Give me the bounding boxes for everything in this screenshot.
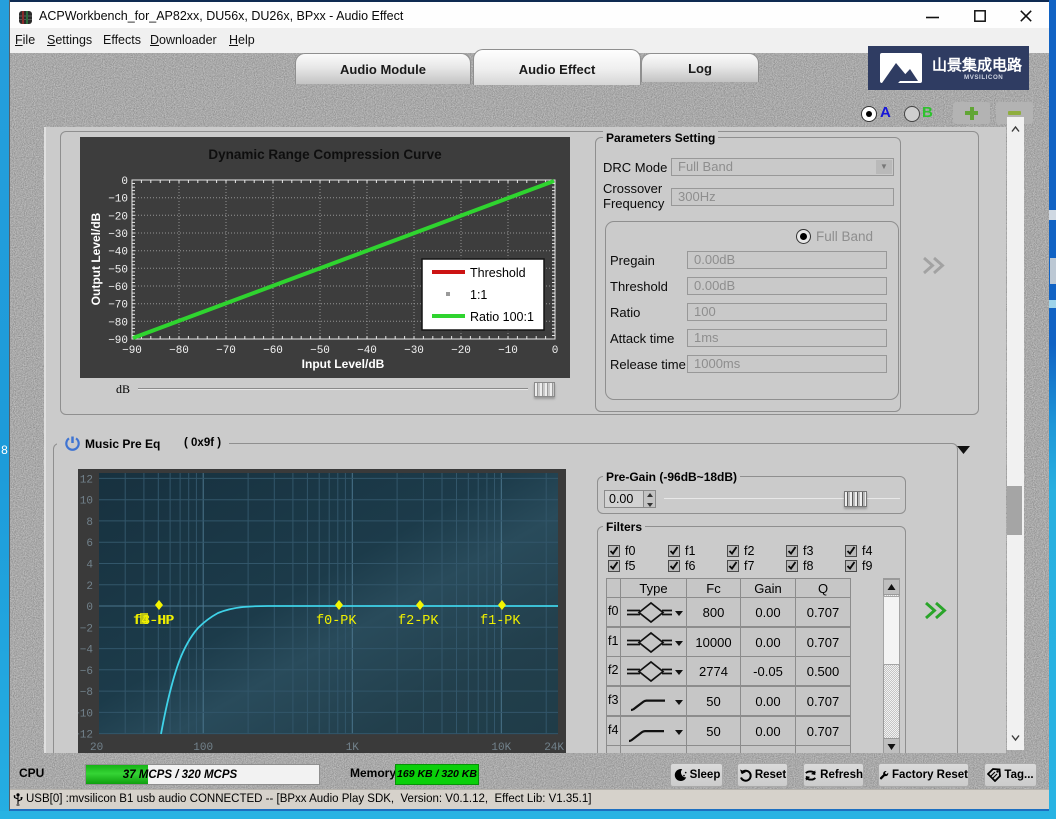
svg-text:Ratio 100:1: Ratio 100:1 bbox=[470, 310, 534, 324]
svg-text:−30: −30 bbox=[108, 229, 128, 241]
svg-text:2: 2 bbox=[86, 581, 93, 593]
svg-text:−10: −10 bbox=[108, 194, 128, 206]
svg-text:Dynamic Range Compression Curv: Dynamic Range Compression Curve bbox=[208, 147, 442, 162]
svg-text:−30: −30 bbox=[404, 345, 424, 357]
svg-text:4: 4 bbox=[86, 560, 93, 572]
svg-text:−6: −6 bbox=[80, 666, 93, 678]
svg-text:−4: −4 bbox=[80, 645, 94, 657]
svg-text:−70: −70 bbox=[108, 300, 128, 312]
svg-text:Threshold: Threshold bbox=[470, 266, 526, 280]
svg-text:f1-PK: f1-PK bbox=[480, 614, 521, 629]
svg-text:−80: −80 bbox=[169, 345, 189, 357]
svg-text:−12: −12 bbox=[78, 730, 93, 742]
svg-text:10: 10 bbox=[80, 496, 93, 508]
svg-text:−40: −40 bbox=[357, 345, 377, 357]
svg-text:f2-PK: f2-PK bbox=[398, 614, 439, 629]
svg-text:−20: −20 bbox=[451, 345, 471, 357]
svg-text:12: 12 bbox=[80, 474, 93, 486]
svg-text:0: 0 bbox=[86, 602, 93, 614]
svg-text:24K: 24K bbox=[544, 742, 564, 753]
svg-text:10K: 10K bbox=[491, 742, 511, 753]
svg-text:−60: −60 bbox=[108, 282, 128, 294]
svg-text:−60: −60 bbox=[263, 345, 283, 357]
svg-text:−90: −90 bbox=[122, 345, 142, 357]
svg-text:−20: −20 bbox=[108, 211, 128, 223]
svg-text:6: 6 bbox=[86, 538, 93, 550]
svg-text:MVSILICON: MVSILICON bbox=[964, 74, 1003, 81]
svg-text:−10: −10 bbox=[498, 345, 518, 357]
svg-text:−40: −40 bbox=[108, 247, 128, 259]
svg-text:−50: −50 bbox=[310, 345, 330, 357]
svg-text:8: 8 bbox=[86, 517, 93, 529]
svg-text:−80: −80 bbox=[108, 317, 128, 329]
svg-text:Output Level/dB: Output Level/dB bbox=[89, 212, 103, 305]
svg-text:−50: −50 bbox=[108, 264, 128, 276]
svg-text:f0-PK: f0-PK bbox=[316, 614, 357, 629]
svg-text:0: 0 bbox=[552, 345, 559, 357]
svg-text:−10: −10 bbox=[78, 708, 93, 720]
svg-text:−70: −70 bbox=[216, 345, 236, 357]
svg-text:Input Level/dB: Input Level/dB bbox=[302, 357, 385, 371]
svg-text:1:1: 1:1 bbox=[470, 288, 487, 302]
svg-text:1K: 1K bbox=[346, 742, 360, 753]
svg-text:0: 0 bbox=[121, 176, 128, 188]
svg-text:山景集成电路: 山景集成电路 bbox=[932, 56, 1023, 74]
svg-text:20: 20 bbox=[90, 742, 103, 753]
svg-text:−8: −8 bbox=[80, 687, 93, 699]
svg-text:−2: −2 bbox=[80, 623, 93, 635]
svg-text:100: 100 bbox=[193, 742, 213, 753]
